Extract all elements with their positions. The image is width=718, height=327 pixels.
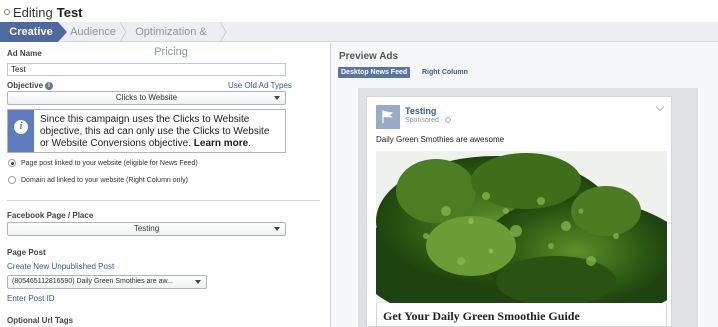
status-dot-icon	[4, 9, 10, 15]
globe-icon	[445, 117, 451, 123]
ad-post-text: Daily Green Smothies are awesome	[376, 135, 505, 144]
step-creative[interactable]: Creative	[0, 22, 58, 42]
ad-name-input[interactable]	[7, 63, 286, 76]
radio-domain-ad-label: Domain ad linked to your website (Right …	[21, 176, 188, 184]
sponsored-text: Sponsored ·	[405, 117, 446, 124]
ad-image[interactable]	[376, 151, 667, 303]
avatar	[376, 105, 400, 129]
chevron-down-icon	[274, 227, 280, 231]
ad-preview-card: Testing Sponsored · Daily Green Smothies…	[366, 96, 672, 327]
page-post-label: Page Post	[7, 248, 46, 257]
sponsored-label: Sponsored ·	[405, 117, 451, 124]
objective-label-text: Objective	[7, 81, 44, 90]
create-unpublished-post-link[interactable]: Create New Unpublished Post	[7, 262, 114, 271]
preview-title: Preview Ads	[339, 51, 399, 62]
step-audience[interactable]: Audience	[68, 22, 118, 42]
notice-sidebar: i	[8, 110, 34, 152]
step-optimization[interactable]: Optimization & Pricing	[126, 22, 216, 58]
info-icon[interactable]: i	[45, 81, 54, 90]
flag-icon	[382, 110, 393, 123]
chevron-down-icon	[274, 96, 280, 100]
learn-more-link[interactable]: Learn more	[194, 138, 248, 149]
enter-post-id-link[interactable]: Enter Post ID	[7, 294, 55, 303]
objective-select[interactable]: Clicks to Website	[7, 91, 286, 105]
chevron-down-icon	[195, 280, 201, 284]
ad-page-name[interactable]: Testing	[405, 106, 436, 116]
header-label: Editing	[13, 4, 53, 20]
creative-form: Ad Name Objectivei Use Old Ad Types Clic…	[0, 43, 328, 327]
ad-headline[interactable]: Get Your Daily Green Smoothie Guide	[383, 309, 580, 324]
ad-name-label: Ad Name	[7, 49, 42, 58]
kale-image	[376, 151, 667, 303]
radio-button[interactable]	[8, 176, 16, 184]
info-icon: i	[14, 120, 28, 134]
facebook-page-label: Facebook Page / Place	[7, 211, 94, 220]
objective-select-value: Clicks to Website	[115, 93, 178, 102]
url-tags-label: Optional Url Tags	[7, 316, 74, 325]
radio-page-post[interactable]: Page post linked to your website (eligib…	[8, 159, 198, 167]
facebook-page-value: Testing	[133, 224, 160, 233]
page-post-select[interactable]: (805465112816590) Daily Green Smothies a…	[7, 275, 207, 289]
radio-domain-ad[interactable]: Domain ad linked to your website (Right …	[8, 176, 188, 184]
radio-button[interactable]	[8, 159, 16, 167]
objective-label: Objective i	[7, 81, 54, 90]
use-old-ad-types-link[interactable]: Use Old Ad Types	[228, 81, 292, 90]
objective-notice: i Since this campaign uses the Clicks to…	[7, 109, 286, 153]
chevron-down-icon[interactable]	[655, 102, 665, 112]
steps-bar: Creative Audience Optimization & Pricing	[0, 22, 718, 58]
tab-desktop-news-feed[interactable]: Desktop News Feed	[338, 67, 411, 78]
tab-right-column[interactable]: Right Column	[419, 67, 471, 78]
step-arrow	[58, 22, 67, 42]
page-post-value: (805465112816590) Daily Green Smothies a…	[12, 278, 173, 285]
campaign-name: Test	[56, 4, 83, 20]
radio-page-post-label: Page post linked to your website (eligib…	[21, 159, 198, 167]
step-separator-icon	[219, 22, 227, 42]
section-divider	[7, 200, 320, 201]
facebook-page-select[interactable]: Testing	[7, 222, 286, 236]
page-header: Editing Test	[4, 3, 83, 21]
notice-message: Since this campaign uses the Clicks to W…	[40, 114, 280, 150]
notice-period: .	[248, 138, 252, 149]
